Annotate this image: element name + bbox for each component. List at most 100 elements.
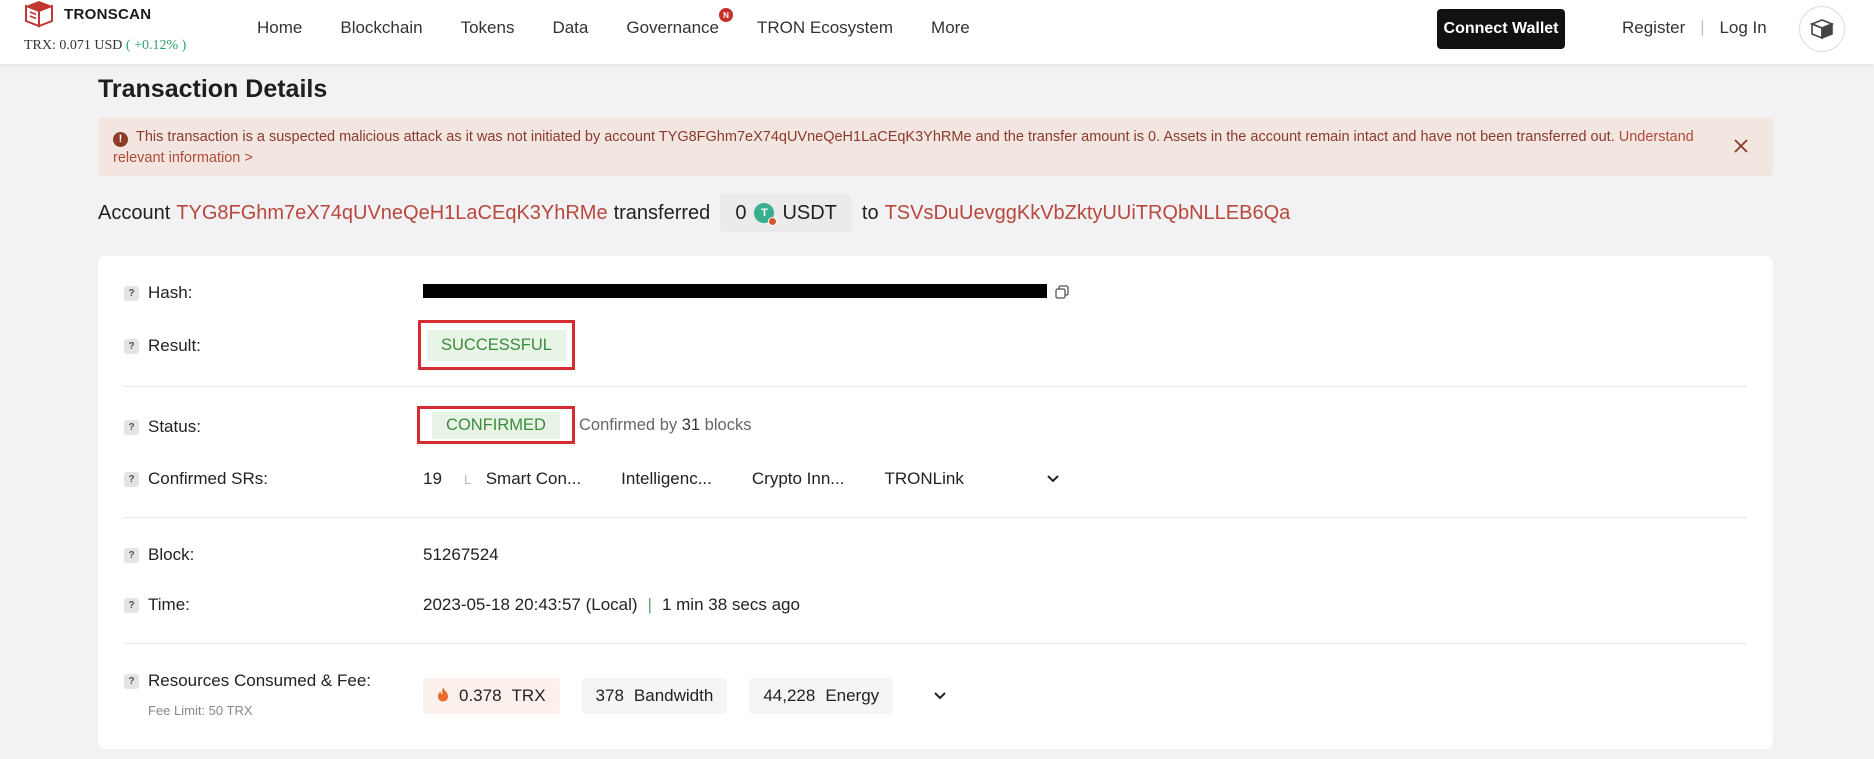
divider — [124, 517, 1747, 518]
hash-value — [423, 284, 1069, 299]
nav-tron-ecosystem[interactable]: TRON Ecosystem — [757, 18, 893, 38]
fee-limit: Fee Limit: 50 TRX — [148, 703, 253, 718]
result-label-text: Result: — [148, 336, 201, 355]
help-icon[interactable]: ? — [124, 547, 139, 563]
from-address-link[interactable]: TYG8FGhm7eX74qUVneQeH1LaCEqK3YhRMe — [176, 202, 607, 225]
price-unit: USD — [94, 38, 123, 53]
price-label: TRX: — [24, 38, 56, 53]
hash-label: ? Hash: — [124, 283, 192, 303]
resources-value: 0.378 TRX 378 Bandwidth 44,228 Energy — [423, 678, 947, 714]
result-label: ? Result: — [124, 336, 201, 356]
nav-data[interactable]: Data — [552, 18, 588, 38]
resources-label: ? Resources Consumed & Fee: — [124, 671, 371, 691]
block-label-text: Block: — [148, 545, 195, 564]
price-value: 0.071 — [59, 38, 91, 53]
amount-chip: 0 T USDT — [720, 194, 852, 232]
nav-home[interactable]: Home — [257, 18, 302, 38]
amount-value: 0 — [735, 201, 747, 224]
help-icon[interactable]: ? — [124, 673, 139, 689]
time-value: 2023-05-18 20:43:57 (Local) | 1 min 38 s… — [423, 595, 800, 615]
sr-item[interactable]: Crypto Inn... — [752, 469, 845, 489]
governance-badge-icon: N — [719, 8, 733, 22]
top-header: TRONSCAN TRX: 0.071 USD ( +0.12% ) Home … — [0, 0, 1874, 64]
time-label-text: Time: — [148, 595, 190, 614]
result-value: SUCCESSFUL — [418, 320, 575, 370]
time-local: 2023-05-18 20:43:57 (Local) — [423, 595, 638, 614]
help-icon[interactable]: ? — [124, 597, 139, 613]
help-icon[interactable]: ? — [124, 285, 139, 301]
hash-label-text: Hash: — [148, 283, 193, 302]
trx-fee-chip: 0.378 TRX — [423, 678, 560, 714]
energy-unit: Energy — [825, 686, 880, 705]
bandwidth-unit: Bandwidth — [633, 686, 714, 705]
malicious-alert: ! This transaction is a suspected malicio… — [98, 118, 1773, 176]
help-icon[interactable]: ? — [124, 471, 139, 487]
srs-value: 19 L Smart Con... Intelligenc... Crypto … — [423, 469, 1060, 489]
result-tag: SUCCESSFUL — [427, 329, 566, 361]
confirmed-by-note: Confirmed by 31 blocks — [579, 416, 751, 435]
sr-item[interactable]: Intelligenc... — [621, 469, 712, 489]
logo-text: TRONSCAN — [64, 5, 152, 23]
result-highlight: SUCCESSFUL — [418, 320, 575, 370]
bandwidth-chip: 378 Bandwidth — [581, 678, 728, 714]
energy-amount: 44,228 — [763, 686, 816, 705]
srs-label-text: Confirmed SRs: — [148, 469, 268, 488]
trx-price: TRX: 0.071 USD ( +0.12% ) — [24, 38, 186, 54]
alert-text: This transaction is a suspected maliciou… — [136, 129, 1615, 145]
confirmed-blocks-count: 31 — [681, 415, 701, 434]
status-highlight: CONFIRMED — [417, 406, 575, 444]
chevron-down-icon[interactable] — [1046, 469, 1060, 489]
connect-wallet-button[interactable]: Connect Wallet — [1437, 9, 1565, 49]
nav-more[interactable]: More — [931, 18, 970, 38]
transferred-label: transferred — [613, 201, 711, 224]
page-title: Transaction Details — [98, 75, 328, 103]
bandwidth-amount: 378 — [595, 686, 624, 705]
logo[interactable]: TRONSCAN — [22, 0, 151, 28]
block-label: ? Block: — [124, 545, 194, 565]
auth-separator: | — [1700, 19, 1705, 36]
block-value[interactable]: 51267524 — [423, 545, 499, 565]
energy-chip: 44,228 Energy — [749, 678, 894, 714]
copy-icon[interactable] — [1055, 284, 1069, 299]
chevron-down-icon[interactable] — [933, 686, 947, 706]
status-label-text: Status: — [148, 417, 201, 436]
divider — [124, 643, 1747, 644]
confirmed-by-prefix: Confirmed by — [579, 415, 678, 434]
trx-unit: TRX — [511, 686, 546, 705]
login-link[interactable]: Log In — [1719, 18, 1766, 38]
srs-count: 19 — [423, 469, 442, 488]
sr-item[interactable]: Smart Con... — [486, 469, 581, 489]
register-link[interactable]: Register — [1622, 18, 1685, 38]
trx-amount: 0.378 — [459, 686, 502, 705]
hash-redacted — [423, 284, 1047, 298]
alert-icon: ! — [113, 132, 128, 147]
to-address-link[interactable]: TSVsDuUevggKkVbZktyUUiTRQbNLLEB6Qa — [885, 202, 1291, 225]
status-value: CONFIRMED Confirmed by 31 blocks — [417, 406, 751, 444]
to-label: to — [861, 201, 879, 224]
transfer-summary: Account TYG8FGhm7eX74qUVneQeH1LaCEqK3YhR… — [98, 194, 1296, 232]
confirmed-by-suffix: blocks — [704, 415, 752, 434]
flame-icon — [437, 686, 449, 707]
sr-tree-icon: L — [463, 471, 472, 487]
nav-tokens[interactable]: Tokens — [461, 18, 515, 38]
time-ago: 1 min 38 secs ago — [661, 595, 800, 614]
status-tag: CONFIRMED — [432, 411, 560, 439]
close-icon[interactable] — [1731, 136, 1751, 156]
nav-governance-label: Governance — [626, 18, 719, 37]
nav-blockchain[interactable]: Blockchain — [340, 18, 422, 38]
token-name[interactable]: USDT — [782, 202, 836, 225]
nav-governance[interactable]: Governance N — [626, 8, 733, 38]
main-nav: Home Blockchain Tokens Data Governance N… — [257, 0, 1008, 56]
srs-label: ? Confirmed SRs: — [124, 469, 268, 489]
account-avatar-icon[interactable] — [1799, 6, 1845, 52]
transaction-details-card: ? Hash: ? Result: SUCCESSFUL ? Status: C… — [98, 256, 1773, 749]
auth-links: Register | Log In — [1622, 18, 1767, 38]
divider — [124, 386, 1747, 387]
help-icon[interactable]: ? — [124, 419, 139, 435]
resources-label-text: Resources Consumed & Fee: — [148, 671, 371, 690]
tronscan-logo-icon — [22, 0, 56, 28]
sr-item[interactable]: TRONLink — [884, 469, 963, 489]
help-icon[interactable]: ? — [124, 338, 139, 354]
price-change: ( +0.12% ) — [125, 38, 187, 53]
account-label: Account — [98, 201, 171, 224]
